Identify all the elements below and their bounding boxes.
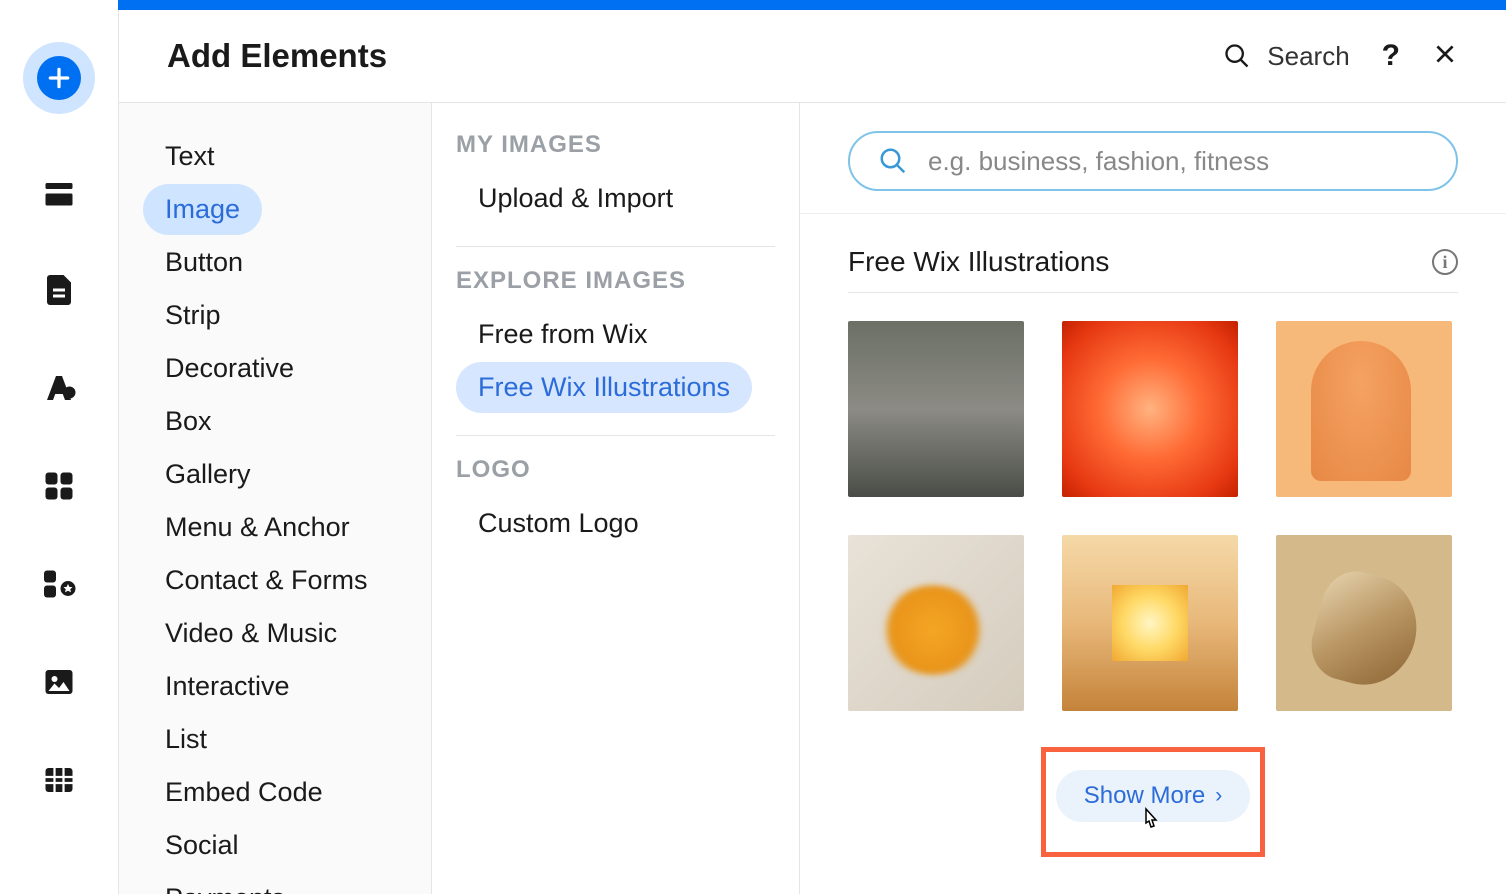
element-type-item[interactable]: Decorative xyxy=(143,343,316,394)
help-button[interactable]: ? xyxy=(1382,39,1400,73)
header-search-label: Search xyxy=(1267,41,1349,72)
design-icon[interactable] xyxy=(39,368,79,408)
show-more-label: Show More xyxy=(1084,782,1205,810)
close-icon xyxy=(1432,41,1458,67)
element-type-item[interactable]: Payments xyxy=(143,873,307,894)
plus-icon xyxy=(37,56,81,100)
image-search-bar[interactable] xyxy=(848,131,1458,191)
search-bar-wrap xyxy=(800,103,1506,214)
illustration-thumb[interactable] xyxy=(848,321,1024,497)
content-area: Free Wix Illustrations i Show More › xyxy=(800,103,1506,894)
subcategory-item[interactable]: Upload & Import xyxy=(456,173,695,224)
illustration-thumb[interactable] xyxy=(1062,321,1238,497)
subcategory-section-title: EXPLORE IMAGES xyxy=(456,267,775,295)
apps-icon[interactable] xyxy=(39,466,79,506)
element-type-item[interactable]: Text xyxy=(143,131,237,182)
illustration-thumb[interactable] xyxy=(1276,321,1452,497)
subcategory-item[interactable]: Free from Wix xyxy=(456,309,670,360)
top-accent-bar xyxy=(118,0,1506,10)
illustration-thumb[interactable] xyxy=(1062,535,1238,711)
left-rail xyxy=(0,0,118,894)
header-actions: Search ? xyxy=(1223,39,1458,73)
subcategory-section-title: LOGO xyxy=(456,456,775,484)
illustration-thumb[interactable] xyxy=(848,535,1024,711)
close-button[interactable] xyxy=(1432,41,1458,72)
element-type-item[interactable]: Strip xyxy=(143,290,243,341)
subcategory-item[interactable]: Custom Logo xyxy=(456,498,661,549)
search-icon xyxy=(878,146,908,176)
show-more-wrap: Show More › xyxy=(848,747,1458,857)
show-more-button[interactable]: Show More › xyxy=(1056,770,1250,822)
show-more-highlight: Show More › xyxy=(1041,747,1265,857)
subcategory-item[interactable]: Free Wix Illustrations xyxy=(456,362,752,413)
element-type-item[interactable]: List xyxy=(143,714,229,765)
element-type-item[interactable]: Embed Code xyxy=(143,767,345,818)
media-icon[interactable] xyxy=(39,662,79,702)
element-type-item[interactable]: Image xyxy=(143,184,262,235)
header-search-button[interactable]: Search xyxy=(1223,41,1349,72)
illustration-grid xyxy=(848,321,1458,711)
settings-plugin-icon[interactable] xyxy=(39,564,79,604)
content-scroll: Free Wix Illustrations i Show More › xyxy=(800,214,1506,894)
element-type-item[interactable]: Contact & Forms xyxy=(143,555,390,606)
subcategories-column: MY IMAGES Upload & Import EXPLORE IMAGES Fr… xyxy=(432,103,800,894)
divider xyxy=(456,435,775,436)
section-icon[interactable] xyxy=(39,172,79,212)
search-icon xyxy=(1223,42,1251,70)
main-panel: Add Elements Search ? TextImageButtonStr… xyxy=(118,10,1506,894)
element-type-item[interactable]: Video & Music xyxy=(143,608,359,659)
subcategory-section-title: MY IMAGES xyxy=(456,131,775,159)
divider xyxy=(456,246,775,247)
info-icon[interactable]: i xyxy=(1432,249,1458,275)
panel-title: Add Elements xyxy=(167,37,387,75)
element-type-item[interactable]: Menu & Anchor xyxy=(143,502,372,553)
element-types-column: TextImageButtonStripDecorativeBoxGallery… xyxy=(119,103,432,894)
element-type-item[interactable]: Social xyxy=(143,820,261,871)
panel-header: Add Elements Search ? xyxy=(119,10,1506,103)
table-icon[interactable] xyxy=(39,760,79,800)
chevron-right-icon: › xyxy=(1215,784,1222,808)
content-section-title: Free Wix Illustrations xyxy=(848,246,1109,278)
image-search-input[interactable] xyxy=(928,146,1428,177)
columns: TextImageButtonStripDecorativeBoxGallery… xyxy=(119,103,1506,894)
add-button[interactable] xyxy=(23,42,95,114)
element-type-item[interactable]: Box xyxy=(143,396,234,447)
element-type-item[interactable]: Button xyxy=(143,237,265,288)
illustration-thumb[interactable] xyxy=(1276,535,1452,711)
page-icon[interactable] xyxy=(39,270,79,310)
content-section-header: Free Wix Illustrations i xyxy=(848,246,1458,293)
element-type-item[interactable]: Interactive xyxy=(143,661,312,712)
element-type-item[interactable]: Gallery xyxy=(143,449,273,500)
